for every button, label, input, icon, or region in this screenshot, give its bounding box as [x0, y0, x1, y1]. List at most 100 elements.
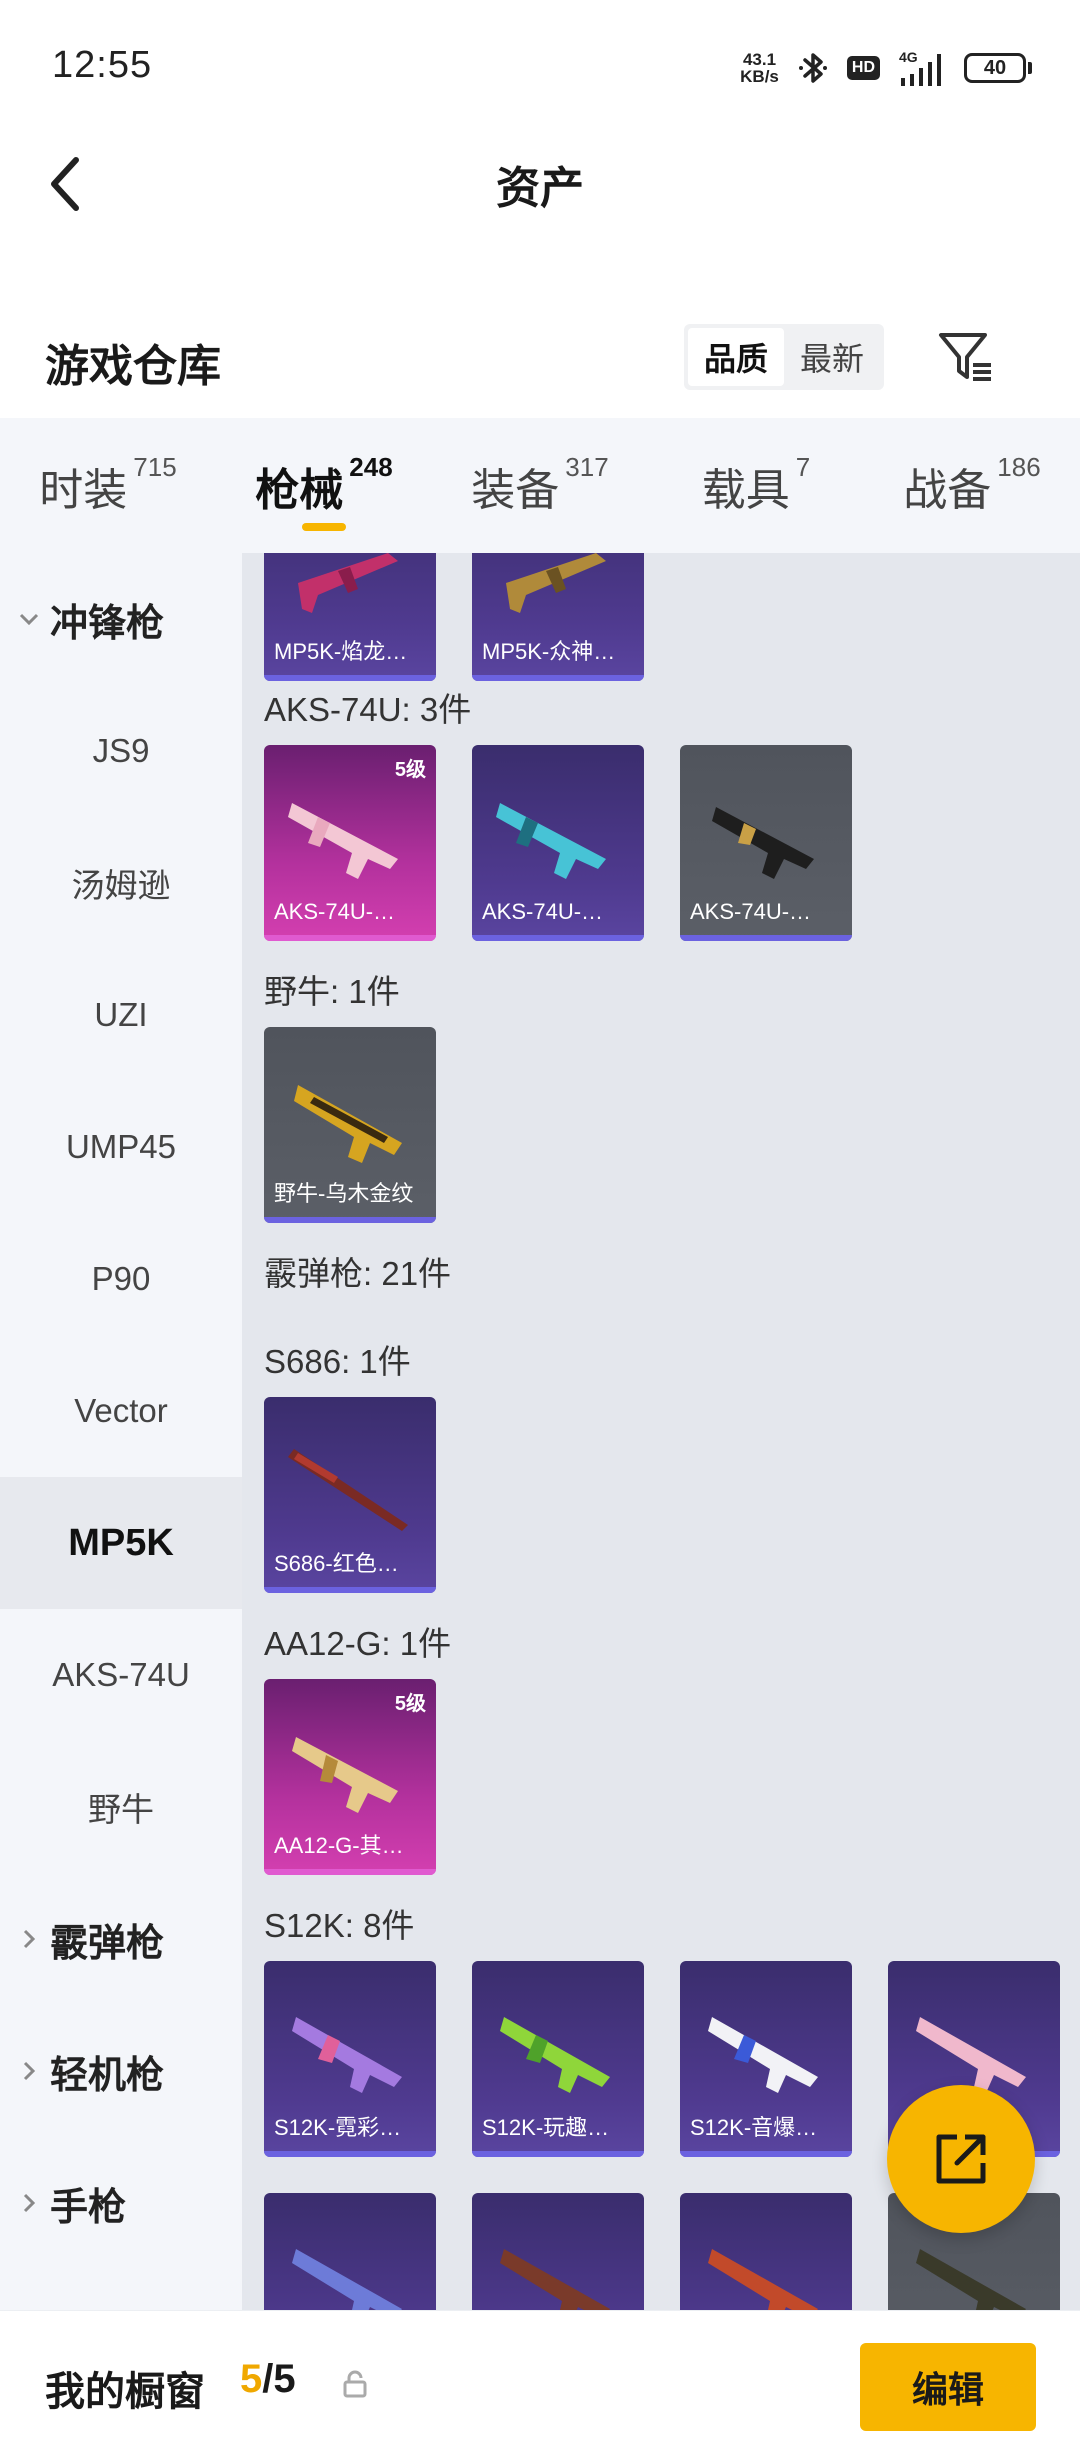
weapon-skin-image	[712, 807, 814, 879]
sidebar-item-mp5k[interactable]: MP5K	[0, 1477, 242, 1609]
weapon-skin-image	[916, 2249, 1026, 2310]
item-card[interactable]: 野牛-乌木金纹	[264, 1027, 436, 1223]
item-card[interactable]	[680, 2193, 852, 2310]
status-bar: 12:55 43.1 KB/s HD 4G 40	[0, 0, 1080, 130]
tab-count: 715	[133, 451, 177, 482]
rarity-bar	[472, 2151, 644, 2157]
rarity-bar	[680, 2151, 852, 2157]
weapon-skin-image	[288, 803, 398, 879]
item-card[interactable]: S12K-霓彩…	[264, 1961, 436, 2157]
item-card[interactable]: AKS-74U-…	[680, 745, 852, 941]
item-card[interactable]: S12K-玩趣…	[472, 1961, 644, 2157]
sidebar-item-label: 霰弹枪	[50, 1922, 165, 1965]
sort-quality-button[interactable]: 品质	[688, 328, 784, 386]
battery-tip	[1028, 62, 1032, 74]
showcase-bar: 我的橱窗 5/5 编辑	[0, 2310, 1080, 2460]
sidebar-item-aks74u[interactable]: AKS-74U	[0, 1609, 242, 1741]
hd-badge: HD	[846, 56, 880, 80]
item-name: AA12-G-其…	[274, 1833, 404, 1858]
item-name: MP5K-众神…	[482, 639, 616, 664]
item-name: S12K-玩趣…	[482, 2115, 610, 2140]
network-type-label: 4G	[899, 49, 918, 65]
item-card[interactable]	[472, 2193, 644, 2310]
showcase-used: 5	[240, 2357, 263, 2401]
showcase-count: 5/5	[240, 2357, 296, 2402]
sidebar-item-vector[interactable]: Vector	[0, 1345, 242, 1477]
item-card[interactable]: AKS-74U-…	[472, 745, 644, 941]
item-card[interactable]: MP5K-众神…	[472, 553, 644, 681]
battery-indicator: 40	[964, 53, 1032, 83]
share-button[interactable]	[887, 2085, 1035, 2233]
section-title: 野牛: 1件	[264, 973, 400, 1010]
chevron-right-icon	[18, 1928, 40, 1950]
item-name: AKS-74U-…	[690, 899, 812, 924]
weapon-skin-image	[500, 2017, 610, 2093]
tab-vehicles[interactable]: 载具 7	[648, 418, 864, 553]
sidebar-item-label: JS9	[92, 732, 150, 769]
rarity-bar	[680, 935, 852, 941]
item-card[interactable]: 5级 AKS-74U-…	[264, 745, 436, 941]
showcase-total: /5	[262, 2357, 296, 2401]
tab-label: 战备	[903, 465, 992, 515]
sidebar-group-pistol[interactable]: 手枪	[0, 2137, 242, 2269]
section-title: AA12-G: 1件	[264, 1625, 452, 1662]
item-name: AKS-74U-…	[482, 899, 604, 924]
item-name: MP5K-焰龙…	[274, 639, 408, 664]
bluetooth-icon	[798, 53, 827, 83]
tab-supplies[interactable]: 战备 186	[864, 418, 1080, 553]
sidebar-item-uzi[interactable]: UZI	[0, 949, 242, 1081]
rarity-bar	[264, 1217, 436, 1223]
sidebar-group-lmg[interactable]: 轻机枪	[0, 2005, 242, 2137]
item-card[interactable]: S12K-音爆…	[680, 1961, 852, 2157]
status-icons: 43.1 KB/s HD 4G 40	[740, 44, 1032, 92]
sidebar-item-ump45[interactable]: UMP45	[0, 1081, 242, 1213]
sidebar-item-label: AKS-74U	[52, 1656, 190, 1693]
weapon-skin-image	[708, 2249, 818, 2310]
active-tab-indicator	[302, 523, 346, 531]
sidebar-item-label: P90	[91, 1260, 151, 1297]
filter-icon	[939, 333, 991, 381]
sidebar-item-js9[interactable]: JS9	[0, 685, 242, 817]
chevron-right-icon	[18, 2060, 40, 2082]
weapon-skin-image	[294, 1085, 402, 1163]
showcase-label: 我的橱窗	[45, 2370, 205, 2414]
tab-label: 时装	[39, 465, 128, 515]
section-title: 霰弹枪: 21件	[264, 1255, 452, 1292]
sidebar-group-smg[interactable]: 冲锋枪	[0, 553, 242, 685]
item-card[interactable]: MP5K-焰龙…	[264, 553, 436, 681]
item-name: S686-红色…	[274, 1551, 399, 1576]
sidebar-item-label: 轻机枪	[50, 2054, 165, 2097]
item-name: S12K-霓彩…	[274, 2115, 402, 2140]
sort-toggle: 品质 最新	[684, 324, 884, 390]
sidebar-item-label: 冲锋枪	[50, 602, 165, 645]
sidebar-item-p90[interactable]: P90	[0, 1213, 242, 1345]
edit-button[interactable]: 编辑	[860, 2343, 1036, 2431]
filter-button[interactable]	[930, 322, 1000, 392]
lock-icon	[343, 2370, 367, 2398]
sidebar-item-bizon[interactable]: 野牛	[0, 1741, 242, 1873]
item-card[interactable]: 5级 AA12-G-其…	[264, 1679, 436, 1875]
tab-equipment[interactable]: 装备 317	[432, 418, 648, 553]
tab-count: 186	[997, 451, 1041, 482]
sort-newest-button[interactable]: 最新	[784, 328, 880, 386]
item-card[interactable]	[264, 2193, 436, 2310]
item-card[interactable]: S686-红色…	[264, 1397, 436, 1593]
tab-label: 装备	[471, 465, 560, 515]
tab-fashion[interactable]: 时装 715	[0, 418, 216, 553]
rarity-bar	[264, 1869, 436, 1875]
section-title: S686: 1件	[264, 1343, 411, 1380]
tab-guns[interactable]: 枪械 248	[216, 418, 432, 553]
tab-label: 载具	[701, 465, 790, 515]
net-speed-value: 43.1	[742, 50, 777, 69]
sidebar-item-label: Vector	[74, 1392, 168, 1429]
section-title: AKS-74U: 3件	[264, 691, 472, 728]
weapon-skin-image	[298, 553, 398, 613]
sidebar-group-shotgun[interactable]: 霰弹枪	[0, 1873, 242, 2005]
chevron-right-icon	[18, 2192, 40, 2214]
weapon-skin-image	[500, 2249, 610, 2310]
section-title: S12K: 8件	[264, 1907, 415, 1944]
sidebar-item-thompson[interactable]: 汤姆逊	[0, 817, 242, 949]
rarity-bar	[472, 675, 644, 681]
sidebar-item-label: MP5K	[68, 1521, 174, 1564]
tab-count: 317	[565, 451, 609, 482]
